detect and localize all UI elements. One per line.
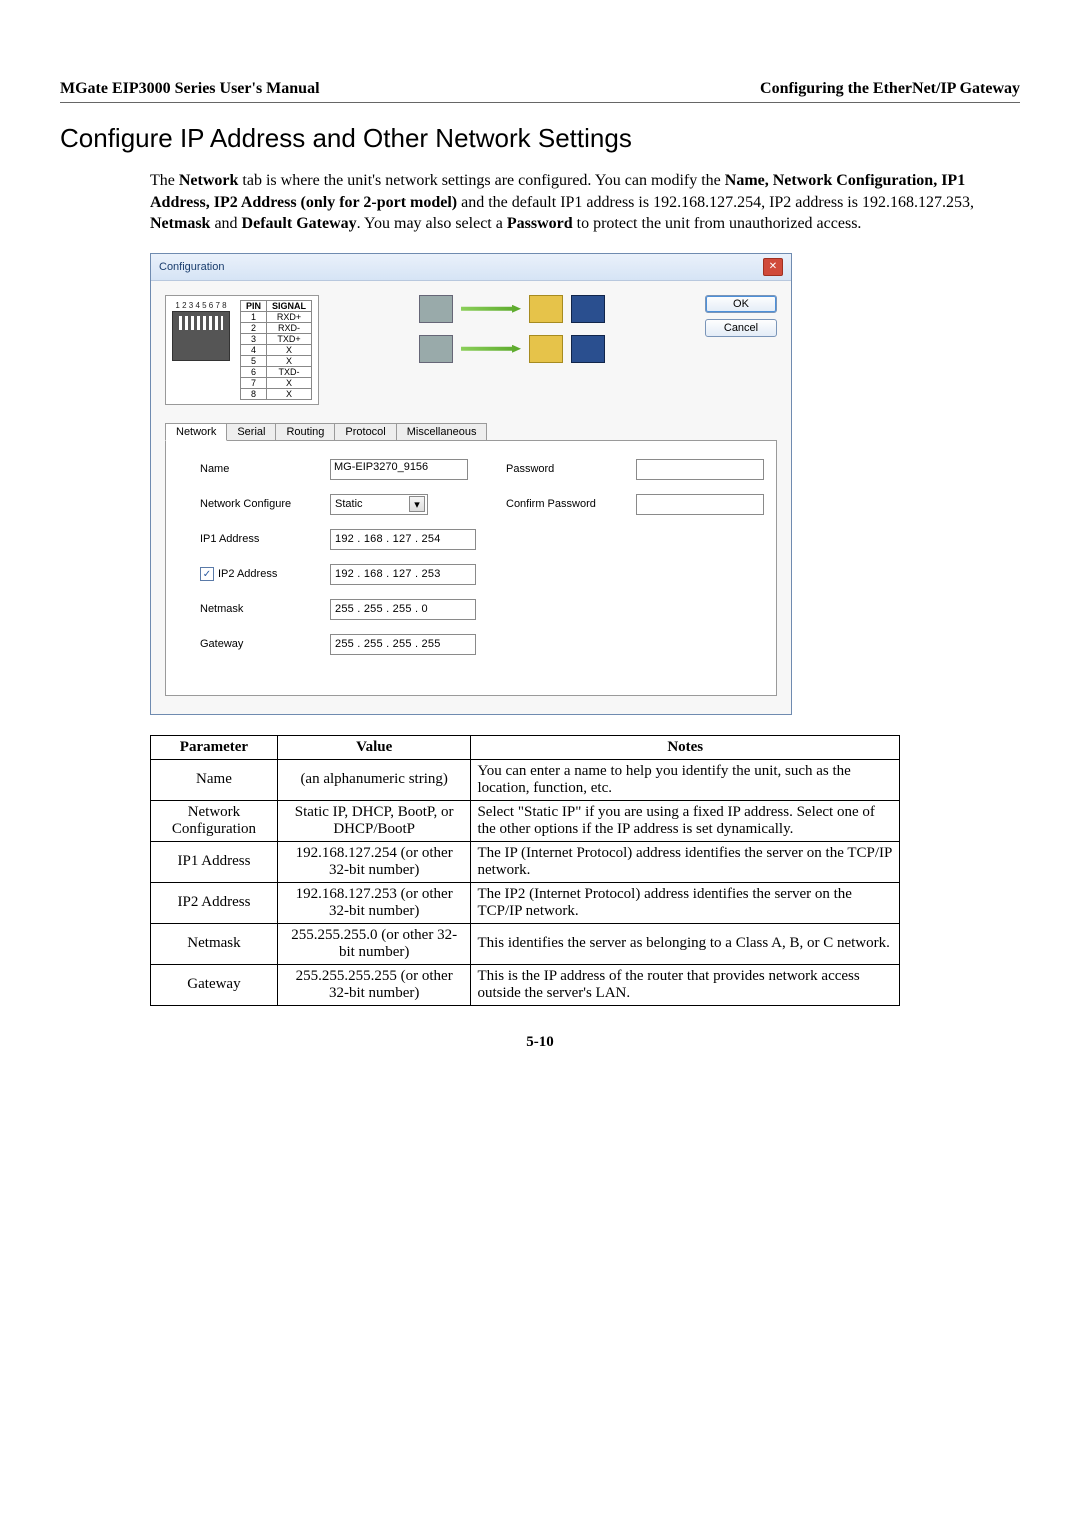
tab-pane-network: Name MG-EIP3270_9156 Network Configure S… xyxy=(165,440,777,696)
pin-table: PINSIGNAL 1RXD+ 2RXD- 3TXD+ 4X 5X 6TXD- … xyxy=(240,300,312,400)
chevron-down-icon: ▾ xyxy=(409,496,425,512)
ip1-input[interactable]: 192 . 168 . 127 . 254 xyxy=(330,529,476,550)
page-number: 5-10 xyxy=(60,1034,1020,1051)
gateway-icon xyxy=(529,335,563,363)
cancel-button[interactable]: Cancel xyxy=(705,319,777,337)
gateway-input[interactable]: 255 . 255 . 255 . 255 xyxy=(330,634,476,655)
name-label: Name xyxy=(200,463,330,475)
parameters-table: Parameter Value Notes Name(an alphanumer… xyxy=(150,735,900,1006)
configuration-dialog: Configuration ✕ 1 2 3 4 5 6 7 8 PINSIGNA… xyxy=(150,253,792,715)
network-configure-select[interactable]: Static ▾ xyxy=(330,494,428,515)
section-title: Configure IP Address and Other Network S… xyxy=(60,123,1020,154)
netcfg-label: Network Configure xyxy=(200,498,330,510)
tab-miscellaneous[interactable]: Miscellaneous xyxy=(396,423,488,441)
tab-serial[interactable]: Serial xyxy=(226,423,276,441)
tab-network[interactable]: Network xyxy=(165,423,227,441)
confirm-password-label: Confirm Password xyxy=(506,498,636,510)
ip2-input[interactable]: 192 . 168 . 127 . 253 xyxy=(330,564,476,585)
password-input[interactable] xyxy=(636,459,764,480)
table-row: Netmask255.255.255.0 (or other 32-bit nu… xyxy=(151,923,900,964)
dialog-title: Configuration xyxy=(159,261,224,273)
device-icon xyxy=(571,295,605,323)
netmask-input[interactable]: 255 . 255 . 255 . 0 xyxy=(330,599,476,620)
confirm-password-input[interactable] xyxy=(636,494,764,515)
arrow-icon xyxy=(461,305,521,313)
tabbar: Network Serial Routing Protocol Miscella… xyxy=(165,423,777,441)
rj45-pinout: 1 2 3 4 5 6 7 8 PINSIGNAL 1RXD+ 2RXD- 3T… xyxy=(165,295,319,405)
table-row: IP1 Address192.168.127.254 (or other 32-… xyxy=(151,841,900,882)
tab-protocol[interactable]: Protocol xyxy=(334,423,396,441)
table-header-row: Parameter Value Notes xyxy=(151,735,900,759)
arrow-icon xyxy=(461,345,521,353)
table-row: Name(an alphanumeric string)You can ente… xyxy=(151,759,900,800)
header-right: Configuring the EtherNet/IP Gateway xyxy=(760,80,1020,98)
page-header: MGate EIP3000 Series User's Manual Confi… xyxy=(60,80,1020,103)
ip1-label: IP1 Address xyxy=(200,533,330,545)
table-row: Network ConfigurationStatic IP, DHCP, Bo… xyxy=(151,800,900,841)
dialog-titlebar: Configuration ✕ xyxy=(151,254,791,281)
ok-button[interactable]: OK xyxy=(705,295,777,313)
intro-paragraph: The Network tab is where the unit's netw… xyxy=(150,170,1000,235)
connection-diagram xyxy=(337,295,687,363)
table-row: IP2 Address192.168.127.253 (or other 32-… xyxy=(151,882,900,923)
ip2-label: IP2 Address xyxy=(218,568,277,580)
gateway-icon xyxy=(529,295,563,323)
close-icon[interactable]: ✕ xyxy=(763,258,783,276)
rj45-jack-icon xyxy=(172,311,230,361)
gateway-label: Gateway xyxy=(200,638,330,650)
table-row: Gateway255.255.255.255 (or other 32-bit … xyxy=(151,964,900,1005)
password-label: Password xyxy=(506,463,636,475)
netmask-label: Netmask xyxy=(200,603,330,615)
name-input[interactable]: MG-EIP3270_9156 xyxy=(330,459,468,480)
pc-icon xyxy=(419,295,453,323)
ip2-checkbox[interactable]: ✓ xyxy=(200,567,214,581)
pc-icon xyxy=(419,335,453,363)
header-left: MGate EIP3000 Series User's Manual xyxy=(60,80,320,98)
device-icon xyxy=(571,335,605,363)
tab-routing[interactable]: Routing xyxy=(275,423,335,441)
